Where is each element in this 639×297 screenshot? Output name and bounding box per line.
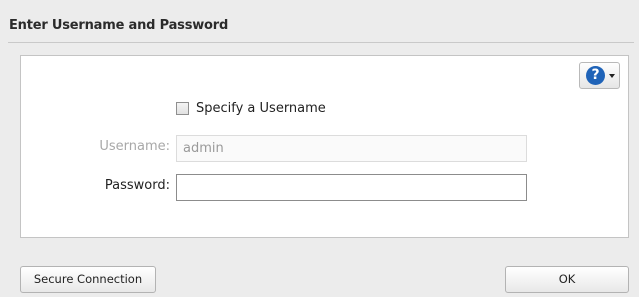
secure-connection-button[interactable]: Secure Connection: [20, 266, 156, 293]
password-field[interactable]: [176, 174, 527, 201]
dialog-title: Enter Username and Password: [9, 18, 229, 33]
help-circle-icon: ?: [586, 66, 605, 85]
password-label: Password:: [104, 178, 170, 193]
chevron-down-icon: [609, 74, 615, 78]
username-field[interactable]: admin: [176, 135, 527, 162]
ok-button[interactable]: OK: [505, 266, 629, 293]
specify-username-label[interactable]: Specify a Username: [196, 101, 326, 116]
help-button[interactable]: ?: [579, 62, 620, 89]
title-divider: [8, 42, 634, 43]
specify-username-checkbox[interactable]: [176, 102, 189, 115]
login-dialog: Enter Username and Password ? Specify a …: [0, 0, 639, 297]
username-label: Username:: [99, 139, 170, 154]
